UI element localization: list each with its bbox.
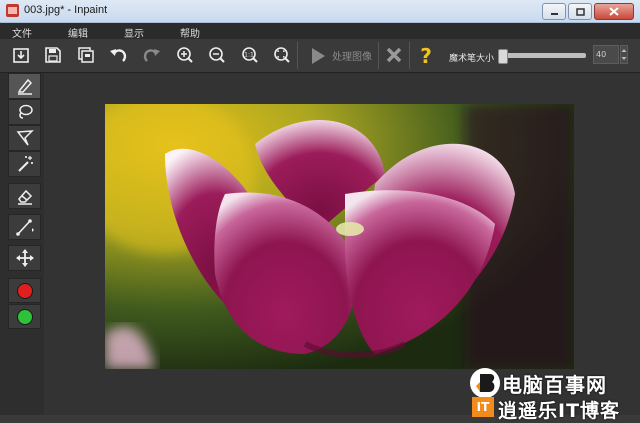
watermark-badge: IT xyxy=(472,397,494,417)
undo-button[interactable] xyxy=(106,43,132,67)
menu-edit[interactable]: 编辑 xyxy=(68,23,88,40)
tulip-photo xyxy=(105,104,574,369)
close-icon xyxy=(609,7,619,16)
actual-size-icon: 1:1 xyxy=(242,47,258,63)
play-icon xyxy=(312,47,325,64)
marker-tool[interactable] xyxy=(8,73,41,99)
green-marker-color-button[interactable] xyxy=(8,304,41,329)
save-as-button[interactable] xyxy=(73,43,99,67)
watermark-line1: 电脑百事网 xyxy=(502,373,607,397)
polygon-lasso-icon xyxy=(16,130,34,146)
menu-bar: 文件 编辑 显示 帮助 xyxy=(0,23,640,40)
lasso-tool[interactable] xyxy=(8,99,41,125)
move-icon xyxy=(15,249,34,267)
help-button[interactable]: ? xyxy=(413,43,439,67)
cancel-button[interactable] xyxy=(381,43,407,67)
brush-size-input[interactable]: 40 xyxy=(593,45,619,64)
app-icon xyxy=(6,4,19,17)
green-color-swatch xyxy=(16,308,33,325)
red-marker-color-button[interactable] xyxy=(8,278,41,303)
magic-wand-tool[interactable] xyxy=(8,151,41,177)
brush-size-spinner[interactable] xyxy=(620,45,628,64)
maximize-icon xyxy=(575,7,585,16)
red-color-swatch xyxy=(16,282,33,299)
process-image-button[interactable]: 处理图像 xyxy=(300,42,376,69)
image-canvas[interactable] xyxy=(105,104,574,369)
actual-size-button[interactable]: 1:1 xyxy=(237,43,263,67)
save-button[interactable] xyxy=(40,43,66,67)
minimize-button[interactable] xyxy=(542,3,566,20)
lasso-icon xyxy=(18,104,33,119)
menu-file[interactable]: 文件 xyxy=(12,23,32,40)
move-tool[interactable] xyxy=(8,245,41,271)
brush-size-slider[interactable] xyxy=(498,49,586,64)
save-icon xyxy=(45,47,61,63)
minimize-icon xyxy=(550,12,558,15)
toolbar-separator xyxy=(409,42,410,69)
cross-icon xyxy=(386,47,402,63)
svg-text:1:1: 1:1 xyxy=(244,52,254,59)
fit-to-window-button[interactable] xyxy=(269,43,295,67)
open-icon xyxy=(13,48,29,63)
watermark: 电脑百事网 IT 逍遥乐IT博客 xyxy=(470,366,640,423)
tool-panel xyxy=(8,73,41,333)
eraser-tool[interactable] xyxy=(8,183,41,209)
fit-to-window-icon xyxy=(274,47,290,63)
redo-button[interactable] xyxy=(138,43,164,67)
process-image-label: 处理图像 xyxy=(332,52,372,63)
toolbar-separator xyxy=(378,42,379,69)
magic-wand-icon xyxy=(17,156,33,172)
redo-icon xyxy=(143,49,160,62)
undo-icon xyxy=(110,49,127,62)
watermark-line2: 逍遥乐IT博客 xyxy=(498,400,621,422)
toolbar: 1:1 处理图像 ? 魔术笔大小 40 xyxy=(0,39,640,73)
polygon-lasso-tool[interactable] xyxy=(8,125,41,151)
svg-text:?: ? xyxy=(420,44,432,66)
title-bar: 003.jpg* - Inpaint xyxy=(0,0,640,23)
question-mark-icon: ? xyxy=(420,44,432,66)
marker-icon xyxy=(17,78,32,95)
save-as-icon xyxy=(78,47,94,63)
menu-help[interactable]: 帮助 xyxy=(180,23,200,40)
spinner-arrows-icon xyxy=(621,49,627,60)
open-button[interactable] xyxy=(8,43,34,67)
window-title: 003.jpg* - Inpaint xyxy=(24,4,108,16)
toolbar-separator xyxy=(297,42,298,69)
zoom-in-button[interactable] xyxy=(172,43,198,67)
line-tool[interactable] xyxy=(8,214,41,240)
brush-size-label: 魔术笔大小 xyxy=(449,54,495,64)
zoom-in-icon xyxy=(177,47,193,63)
eraser-icon xyxy=(17,189,32,205)
zoom-out-button[interactable] xyxy=(204,43,230,67)
zoom-out-icon xyxy=(209,47,225,63)
close-button[interactable] xyxy=(594,3,634,20)
menu-view[interactable]: 显示 xyxy=(124,23,144,40)
watermark-logo-icon xyxy=(470,368,500,398)
brush-size-slider-handle[interactable] xyxy=(498,49,508,64)
line-icon xyxy=(15,219,34,236)
maximize-button[interactable] xyxy=(568,3,592,20)
